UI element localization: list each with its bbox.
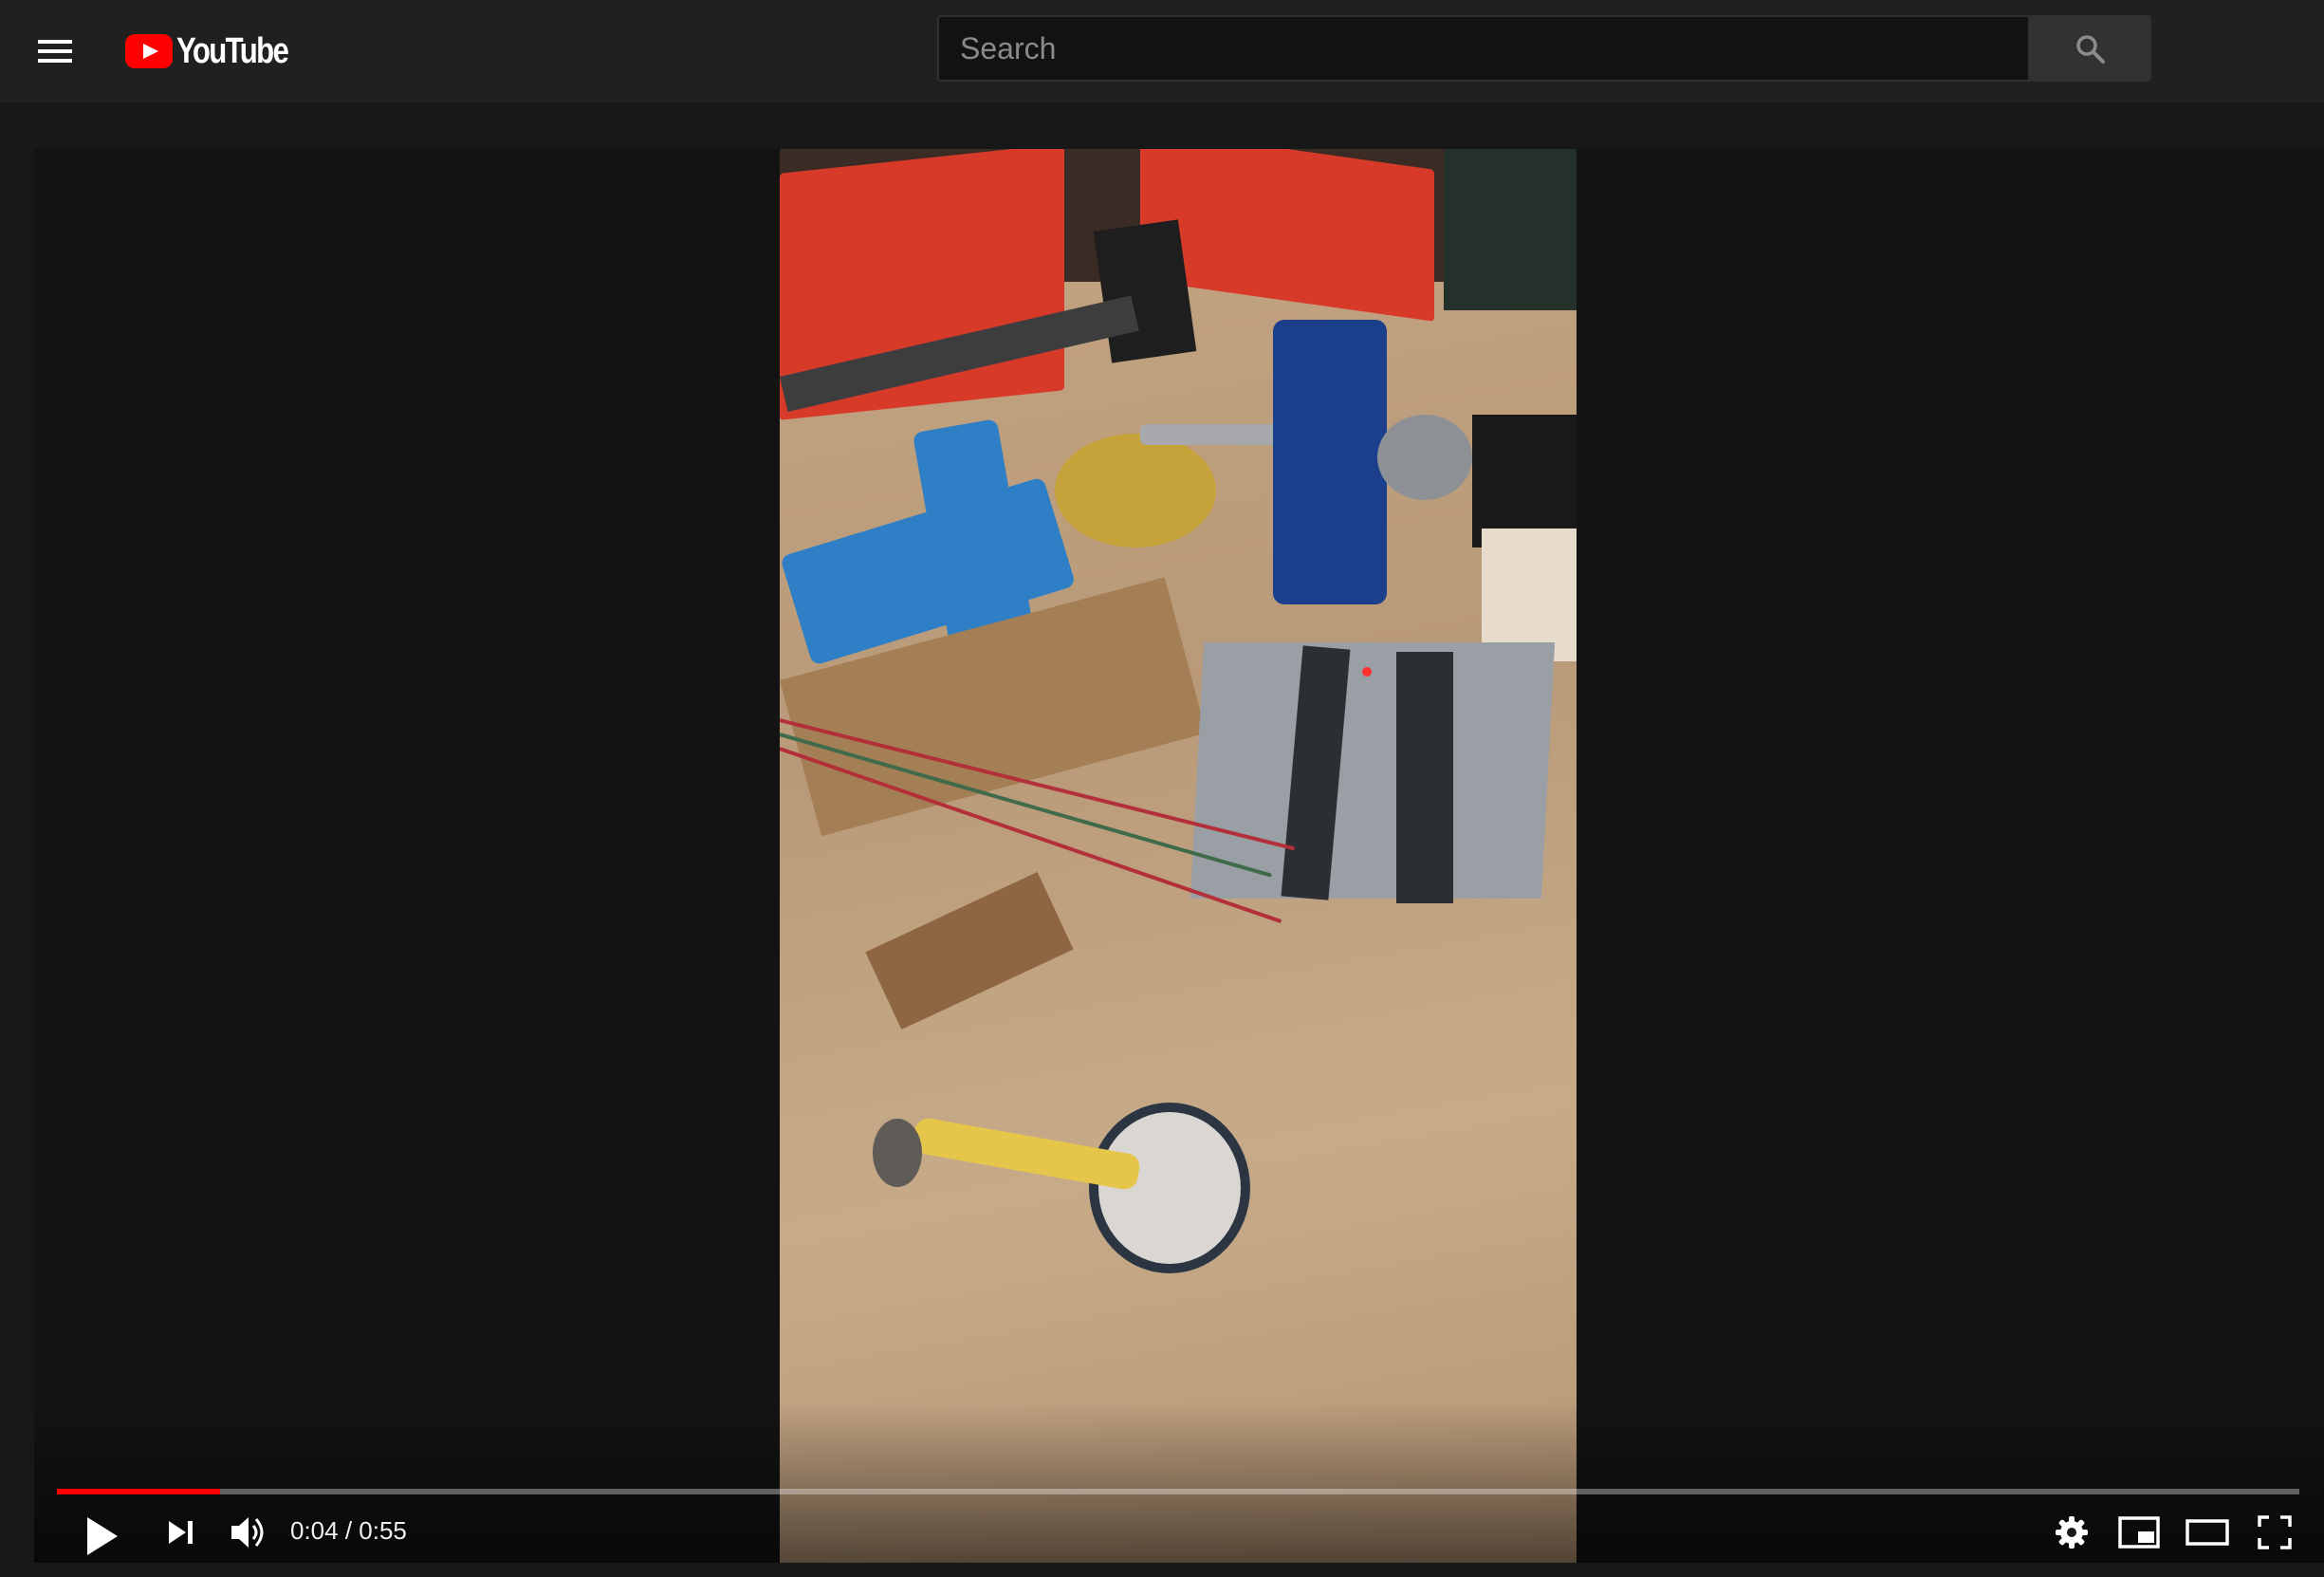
time-display: 0:04 / 0:55 (290, 1512, 407, 1549)
play-icon (87, 1517, 118, 1555)
miniplayer-button[interactable] (2112, 1506, 2167, 1559)
video-frame[interactable] (780, 149, 1577, 1563)
current-time: 0:04 (290, 1516, 339, 1545)
progress-played (57, 1489, 220, 1494)
mute-button[interactable] (222, 1506, 275, 1559)
next-button[interactable] (157, 1508, 207, 1557)
next-icon (169, 1521, 193, 1544)
fullscreen-button[interactable] (2248, 1506, 2301, 1559)
miniplayer-icon (2118, 1516, 2160, 1549)
fullscreen-icon (2258, 1515, 2292, 1549)
youtube-logo[interactable]: YouTube (125, 28, 312, 74)
search-button[interactable] (2028, 15, 2151, 82)
hamburger-menu-icon[interactable] (27, 25, 87, 78)
duration: 0:55 (359, 1516, 407, 1545)
settings-gear-icon (2056, 1516, 2088, 1549)
progress-bar[interactable] (57, 1489, 2299, 1494)
play-button[interactable] (72, 1506, 129, 1563)
search-input[interactable] (937, 15, 2028, 82)
time-separator: / (338, 1516, 360, 1545)
theater-mode-button[interactable] (2180, 1506, 2235, 1559)
video-player[interactable]: 0:04 / 0:55 (34, 149, 2324, 1563)
theater-mode-icon (2186, 1519, 2229, 1546)
youtube-play-logo-icon (125, 34, 173, 68)
settings-button[interactable] (2045, 1506, 2098, 1559)
search-icon (2076, 35, 2105, 64)
top-bar: YouTube (0, 0, 2324, 102)
logo-text: YouTube (176, 30, 289, 71)
volume-icon (231, 1517, 264, 1548)
